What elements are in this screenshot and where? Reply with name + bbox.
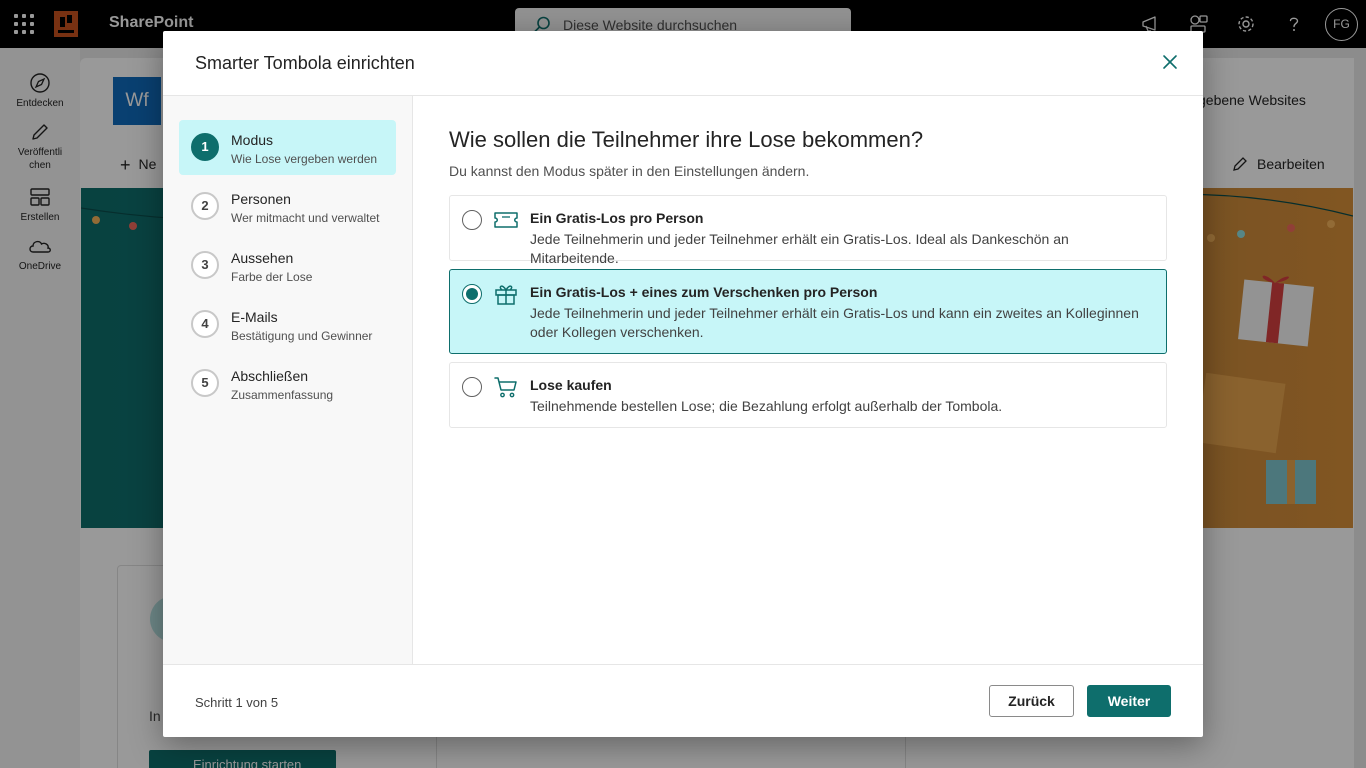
option-buy-tickets[interactable]: Lose kaufen Teilnehmende bestellen Lose;… bbox=[449, 362, 1167, 428]
step-content: Wie sollen die Teilnehmer ihre Lose beko… bbox=[449, 127, 1169, 179]
back-button[interactable]: Zurück bbox=[989, 685, 1074, 717]
radio-button-selected[interactable] bbox=[462, 284, 482, 304]
option-description: Jede Teilnehmerin und jeder Teilnehmer e… bbox=[530, 305, 1139, 340]
step-people[interactable]: 2 Personen Wer mitmacht und verwaltet bbox=[179, 179, 396, 234]
option-free-plus-gift[interactable]: Ein Gratis-Los + eines zum Verschenken p… bbox=[449, 269, 1167, 354]
step-number: 1 bbox=[191, 133, 219, 161]
gift-icon bbox=[495, 285, 517, 305]
step-label: E-Mails bbox=[231, 309, 278, 325]
step-number: 2 bbox=[191, 192, 219, 220]
divider bbox=[163, 664, 1203, 665]
next-button[interactable]: Weiter bbox=[1087, 685, 1171, 717]
step-counter: Schritt 1 von 5 bbox=[195, 695, 279, 710]
wizard-steps: 1 Modus Wie Lose vergeben werden 2 Perso… bbox=[163, 96, 413, 664]
radio-button[interactable] bbox=[462, 377, 482, 397]
setup-dialog: Smarter Tombola einrichten 1 Modus Wie L… bbox=[163, 31, 1203, 737]
option-free-ticket[interactable]: Ein Gratis-Los pro Person Jede Teilnehme… bbox=[449, 195, 1167, 266]
question-heading: Wie sollen die Teilnehmer ihre Lose beko… bbox=[449, 127, 924, 152]
step-sublabel: Bestätigung und Gewinner bbox=[231, 329, 373, 343]
step-emails[interactable]: 4 E-Mails Bestätigung und Gewinner bbox=[179, 297, 396, 352]
step-label: Abschließen bbox=[231, 368, 309, 384]
step-number: 3 bbox=[191, 251, 219, 279]
close-icon[interactable] bbox=[1161, 53, 1179, 71]
ticket-icon bbox=[494, 212, 518, 228]
option-description: Teilnehmende bestellen Lose; die Bezahlu… bbox=[530, 398, 1003, 414]
step-sublabel: Wer mitmacht und verwaltet bbox=[231, 211, 380, 225]
step-mode[interactable]: 1 Modus Wie Lose vergeben werden bbox=[179, 120, 396, 175]
option-title: Ein Gratis-Los pro Person bbox=[530, 210, 704, 226]
step-appearance[interactable]: 3 Aussehen Farbe der Lose bbox=[179, 238, 396, 293]
step-finish[interactable]: 5 Abschließen Zusammenfassung bbox=[179, 356, 396, 411]
step-sublabel: Zusammenfassung bbox=[231, 388, 334, 402]
cart-icon bbox=[494, 377, 517, 398]
option-description: Jede Teilnehmerin und jeder Teilnehmer e… bbox=[530, 231, 1069, 266]
step-number: 5 bbox=[191, 369, 219, 397]
step-label: Aussehen bbox=[231, 250, 294, 266]
radio-button[interactable] bbox=[462, 210, 482, 230]
option-title: Lose kaufen bbox=[530, 377, 612, 393]
dialog-title: Smarter Tombola einrichten bbox=[195, 53, 415, 73]
option-title: Ein Gratis-Los + eines zum Verschenken p… bbox=[530, 284, 878, 300]
step-label: Personen bbox=[231, 191, 291, 207]
step-sublabel: Wie Lose vergeben werden bbox=[231, 152, 378, 166]
step-sublabel: Farbe der Lose bbox=[231, 270, 313, 284]
step-label: Modus bbox=[231, 132, 274, 148]
question-subtext: Du kannst den Modus später in den Einste… bbox=[449, 163, 810, 179]
step-number: 4 bbox=[191, 310, 219, 338]
